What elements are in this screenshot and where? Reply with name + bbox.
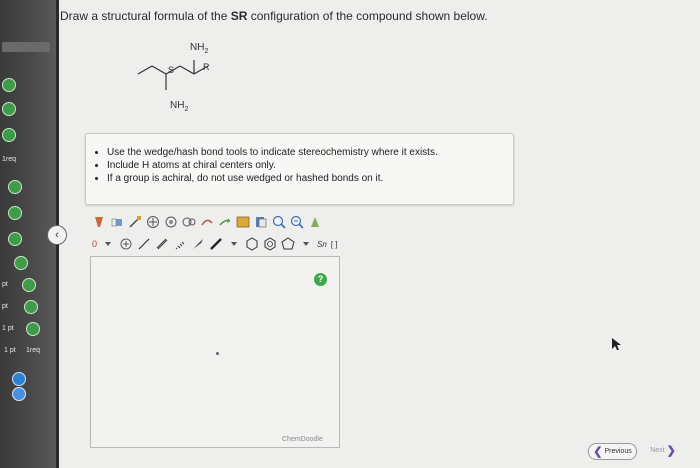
toolbar-bottom-row: 0 Sn [ ] <box>92 234 362 254</box>
sidebar-label: pt <box>2 303 8 310</box>
rings-icon[interactable] <box>182 215 196 229</box>
question-prefix: Draw a structural formula of the <box>60 9 231 23</box>
drawing-canvas[interactable] <box>90 256 340 448</box>
add-atom-icon[interactable] <box>119 237 133 251</box>
next-button[interactable]: Next ❯ <box>641 443 685 458</box>
toolbar-top-row <box>92 212 362 232</box>
sidebar-label: 1 pt <box>4 347 16 354</box>
svg-text:NH2: NH2 <box>170 100 188 113</box>
chevron-right-icon: ❯ <box>666 445 676 457</box>
single-bond-icon[interactable] <box>137 237 151 251</box>
hexagon-ring-icon[interactable] <box>245 237 259 251</box>
molecule-top-sub: 2 <box>204 48 208 55</box>
zoom-fit-icon[interactable] <box>146 215 160 229</box>
sidebar-status-icon[interactable] <box>22 278 36 292</box>
stereo-label-s: S <box>168 65 174 75</box>
sidebar-current-icon[interactable] <box>12 372 26 386</box>
zoom-out-icon[interactable] <box>290 215 304 229</box>
charge-tool[interactable]: 0 <box>92 239 97 249</box>
sidebar-status-icon[interactable] <box>24 300 38 314</box>
sn-tool[interactable]: Sn <box>317 240 327 249</box>
sidebar-status-icon[interactable] <box>2 102 16 116</box>
molecule-bottom-sub: 2 <box>184 106 188 113</box>
benzene-ring-icon[interactable] <box>263 237 277 251</box>
question-suffix: configuration of the compound shown belo… <box>247 9 488 23</box>
copy-icon[interactable] <box>254 215 268 229</box>
question-title: Draw a structural formula of the SR conf… <box>60 9 488 23</box>
zoom-in-icon[interactable] <box>272 215 286 229</box>
sidebar-status-icon[interactable] <box>14 256 28 270</box>
lasso-icon[interactable] <box>128 215 142 229</box>
question-config: SR <box>230 9 248 23</box>
bracket-tool[interactable]: [ ] <box>331 240 338 249</box>
previous-button[interactable]: ❮ Previous <box>588 443 637 460</box>
sidebar-status-icon[interactable] <box>8 206 22 220</box>
sidebar-bar <box>2 42 50 52</box>
instruction-item: If a group is achiral, do not use wedged… <box>107 172 513 185</box>
next-label: Next <box>650 447 665 454</box>
instructions-box: Use the wedge/hash bond tools to indicat… <box>85 133 514 205</box>
sidebar-status-icon[interactable] <box>2 78 16 92</box>
hash-bond-icon[interactable] <box>173 237 187 251</box>
chevron-down-icon[interactable] <box>227 237 241 251</box>
sidebar-label: pt <box>2 281 8 288</box>
help-icon[interactable]: ? <box>314 273 327 286</box>
instruction-item: Include H atoms at chiral centers only. <box>107 159 513 172</box>
molecule-bottom-group: NH <box>170 100 184 111</box>
cleanup-icon[interactable] <box>308 215 322 229</box>
chemdoodle-logo: ChemDoodle <box>282 436 323 443</box>
instruction-item: Use the wedge/hash bond tools to indicat… <box>107 146 513 159</box>
sidebar-label: 1req <box>2 156 17 163</box>
molecule-top-group: NH <box>190 42 204 53</box>
wedge-bond-icon[interactable] <box>191 237 205 251</box>
chevron-left-icon: ❮ <box>593 446 603 458</box>
stereo-label-r: R <box>203 62 210 72</box>
double-bond-icon[interactable] <box>155 237 169 251</box>
sidebar-label: 1 pt <box>2 325 14 332</box>
arrow-curve-icon[interactable] <box>200 215 214 229</box>
ring-template-icon[interactable] <box>164 215 178 229</box>
collapse-sidebar-button[interactable]: ‹ <box>47 225 67 245</box>
molecule-structure: NH2 S R NH2 <box>137 42 210 113</box>
arrow-green-icon[interactable] <box>218 215 232 229</box>
chevron-down-icon[interactable] <box>101 237 115 251</box>
eraser-icon[interactable] <box>110 215 124 229</box>
sidebar-current-icon[interactable] <box>12 387 26 401</box>
previous-label: Previous <box>604 448 632 455</box>
template-icon[interactable] <box>236 215 250 229</box>
sidebar-label: 1req <box>26 347 41 354</box>
clear-icon[interactable] <box>92 215 106 229</box>
sidebar-status-icon[interactable] <box>8 180 22 194</box>
sidebar-status-icon[interactable] <box>26 322 40 336</box>
mouse-cursor-icon <box>612 338 621 350</box>
bold-bond-icon[interactable] <box>209 237 223 251</box>
sidebar-status-icon[interactable] <box>2 128 16 142</box>
pentagon-ring-icon[interactable] <box>281 237 295 251</box>
svg-text:NH2: NH2 <box>190 42 208 55</box>
chevron-down-icon[interactable] <box>299 237 313 251</box>
sidebar-status-icon[interactable] <box>8 232 22 246</box>
canvas-cursor-dot <box>216 352 219 355</box>
